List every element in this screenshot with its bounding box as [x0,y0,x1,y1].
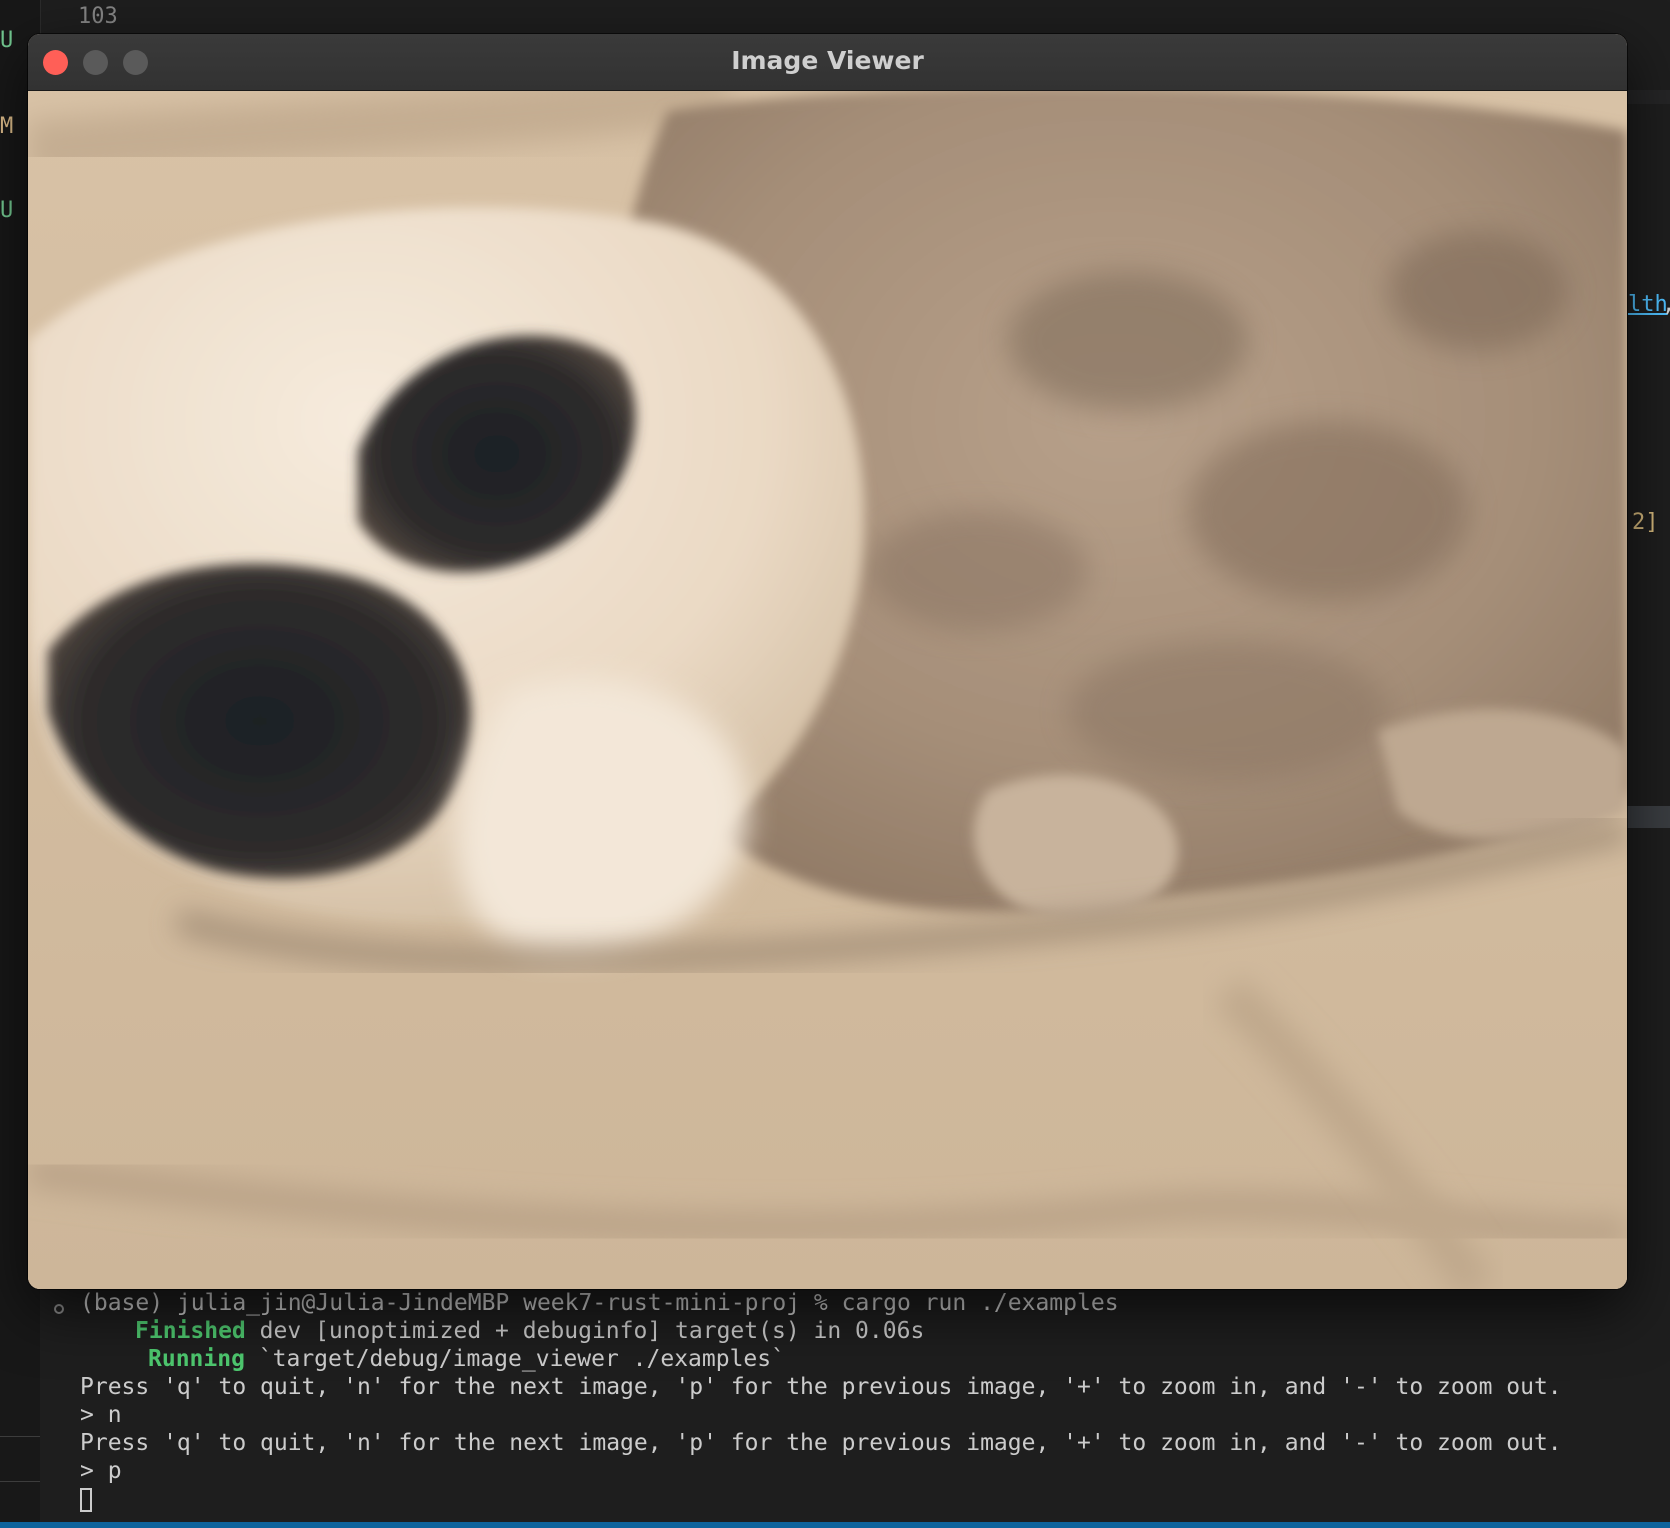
sidebar-divider [0,1436,40,1437]
code-fragment-punctuation: , [1662,292,1670,317]
running-keyword: Running [148,1346,245,1372]
git-status-untracked-icon: U [0,198,14,223]
terminal-help-line: Press 'q' to quit, 'n' for the next imag… [80,1430,1562,1456]
status-bar [0,1522,1670,1528]
command-status-icon [54,1304,64,1314]
terminal-running-line: Running `target/debug/image_viewer ./exa… [148,1346,785,1372]
desktop: U M U 103 lth , 2] (base) julia_jin@Juli… [0,0,1670,1528]
running-text: `target/debug/image_viewer ./examples` [244,1346,785,1372]
terminal-prompt-line: (base) julia_jin@Julia-JindeMBP week7-ru… [80,1290,1119,1316]
terminal-cursor [80,1487,92,1512]
window-titlebar[interactable]: Image Viewer [28,34,1627,91]
git-status-untracked-icon: U [0,28,14,53]
cat-photo-illustration [28,91,1627,1289]
terminal-input-line: > n [80,1402,122,1428]
terminal-cursor-line[interactable] [80,1486,92,1512]
terminal-help-line: Press 'q' to quit, 'n' for the next imag… [80,1374,1562,1400]
finished-text: dev [unoptimized + debuginfo] target(s) … [245,1318,925,1344]
sidebar-divider [0,1481,40,1482]
terminal-panel[interactable]: (base) julia_jin@Julia-JindeMBP week7-ru… [40,1290,1670,1522]
finished-keyword: Finished [135,1318,246,1344]
git-status-modified-icon: M [0,114,14,139]
editor-line-highlight [1626,90,1670,104]
editor-selection-highlight [1626,806,1670,828]
terminal-input-line: > p [80,1458,122,1484]
cat-photo [28,91,1627,1289]
code-fragment-number: 2] [1632,510,1659,535]
line-number: 103 [78,4,118,29]
terminal-finished-line: Finished dev [unoptimized + debuginfo] t… [135,1318,924,1344]
image-viewer-window[interactable]: Image Viewer [28,34,1627,1289]
window-title: Image Viewer [731,46,924,75]
